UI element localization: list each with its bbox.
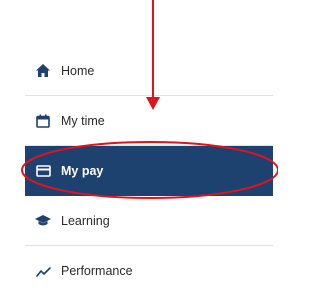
sidebar-item-home[interactable]: Home (25, 46, 273, 96)
calendar-icon (35, 113, 51, 129)
sidebar-nav: Home My time My pay Learning Performance (25, 46, 273, 296)
sidebar-item-learning[interactable]: Learning (25, 196, 273, 246)
home-icon (35, 63, 51, 79)
sidebar-item-label: Learning (61, 213, 110, 228)
sidebar-item-my-pay[interactable]: My pay (25, 146, 273, 196)
card-icon (35, 163, 51, 179)
trend-line-icon (35, 263, 51, 279)
sidebar-item-label: Performance (61, 264, 133, 278)
sidebar-item-label: Home (61, 63, 95, 78)
sidebar-item-my-time[interactable]: My time (25, 96, 273, 146)
sidebar-item-label: My pay (61, 163, 104, 178)
graduation-cap-icon (35, 213, 51, 229)
sidebar-item-performance[interactable]: Performance (25, 246, 273, 296)
sidebar-item-label: My time (61, 113, 105, 128)
